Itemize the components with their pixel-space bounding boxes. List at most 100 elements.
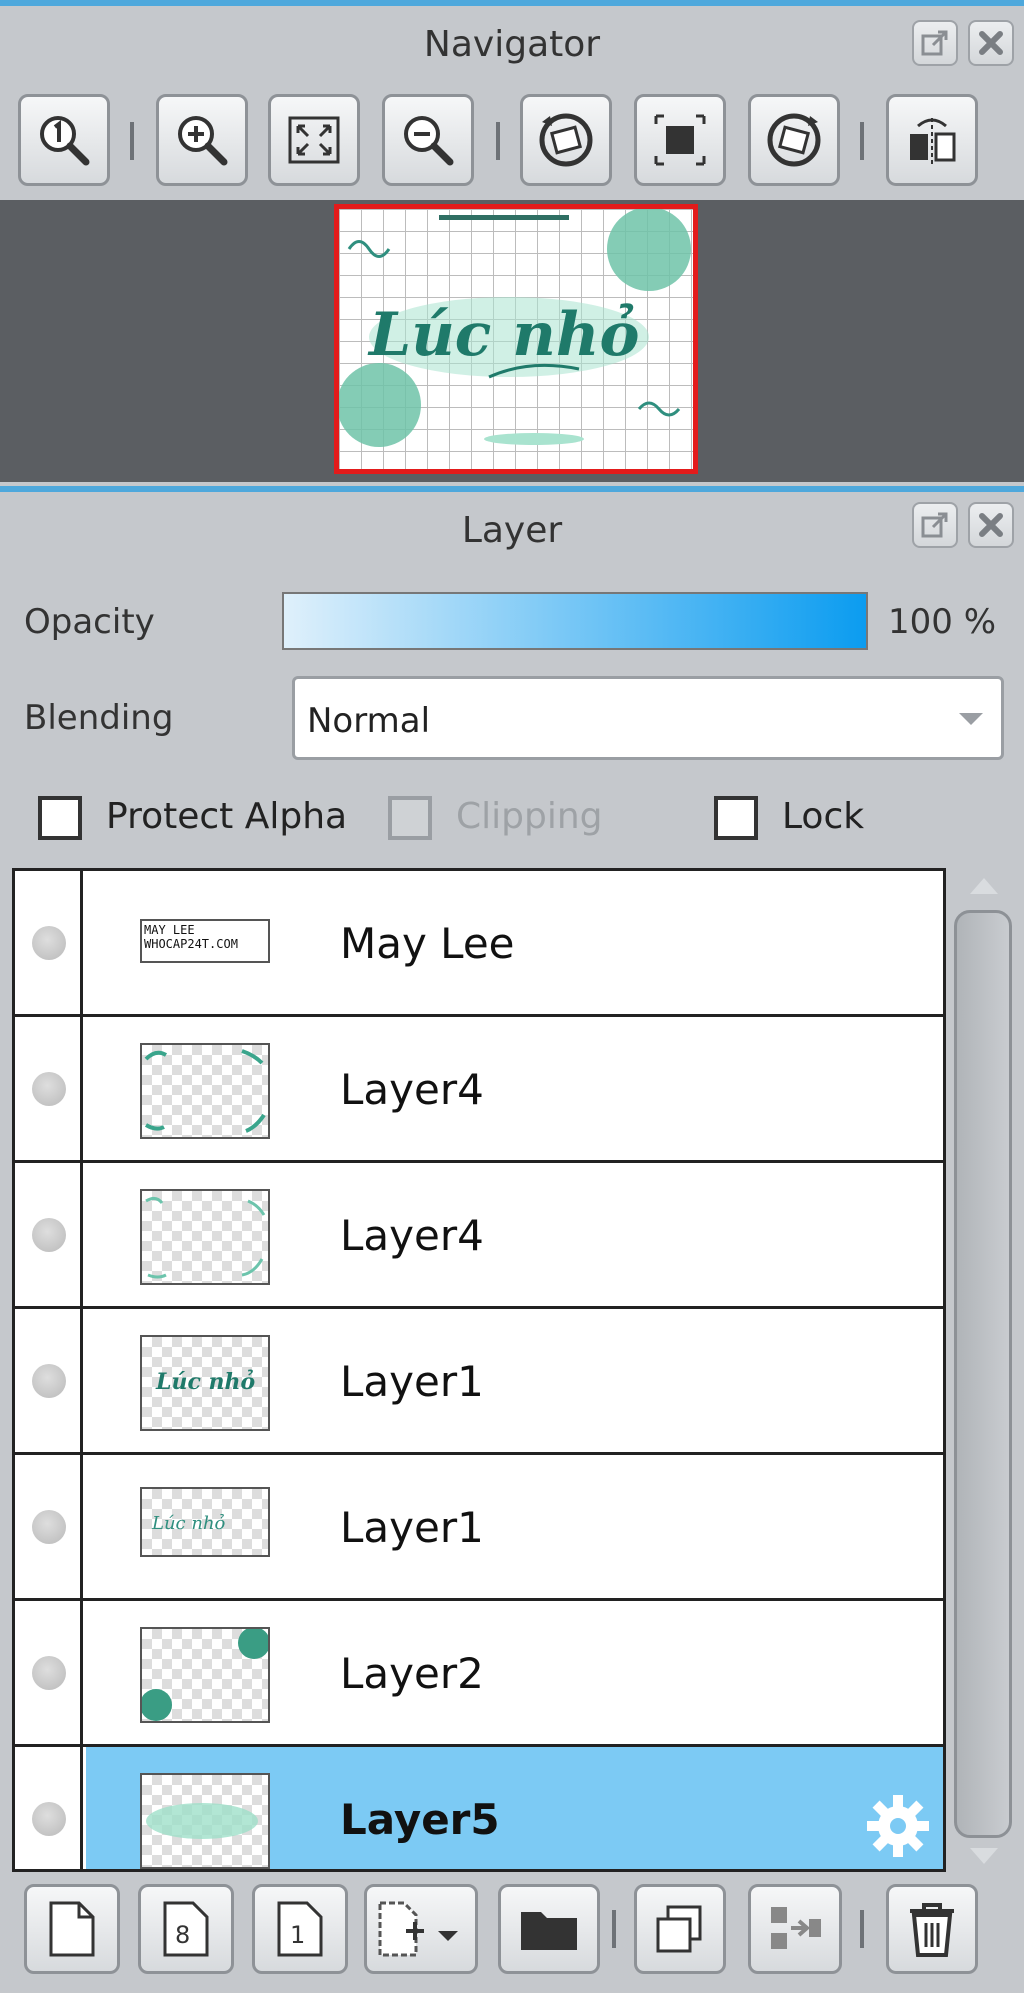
thumbnail-text: MAY LEE WHOCAP24T.COM: [142, 921, 268, 953]
layer-content[interactable]: Lúc nhỏ Layer1: [86, 1455, 943, 1598]
visibility-toggle[interactable]: [32, 1510, 66, 1544]
layer-thumbnail: Lúc nhỏ: [140, 1487, 270, 1557]
layer-name: May Lee: [340, 919, 515, 968]
new-8bit-layer-button[interactable]: 8: [138, 1884, 234, 1974]
add-layer-dropdown-button[interactable]: [364, 1884, 478, 1974]
blending-label: Blending: [24, 698, 174, 738]
visibility-toggle[interactable]: [32, 1656, 66, 1690]
lock-label: Lock: [782, 796, 865, 837]
navigator-undock-button[interactable]: [912, 20, 958, 66]
undock-icon: [921, 512, 948, 538]
flip-horizontal-button[interactable]: [886, 94, 978, 186]
visibility-toggle[interactable]: [32, 1364, 66, 1398]
new-layer-icon: [49, 1901, 95, 1957]
reset-view-icon: [654, 114, 706, 166]
new-layer-button[interactable]: [24, 1884, 120, 1974]
layer-name: Layer5: [340, 1795, 500, 1844]
layer-content[interactable]: Layer4: [86, 1017, 943, 1160]
lock-checkbox[interactable]: [714, 796, 758, 840]
layer-name: Layer4: [340, 1065, 484, 1114]
flip-horizontal-icon: [910, 118, 956, 164]
layer-name: Layer1: [340, 1357, 484, 1406]
bubbles-thumbnail-image: [142, 1629, 268, 1721]
layer-content[interactable]: MAY LEE WHOCAP24T.COM May Lee: [86, 871, 943, 1014]
delete-layer-button[interactable]: [886, 1884, 978, 1974]
merge-down-button[interactable]: [748, 1884, 842, 1974]
add-layer-icon: [378, 1901, 458, 1957]
layer-row[interactable]: Lúc nhỏ Layer1: [15, 1455, 943, 1601]
layer-name: Layer2: [340, 1649, 484, 1698]
layer-thumbnail: [140, 1043, 270, 1139]
new-1bit-layer-button[interactable]: 1: [252, 1884, 348, 1974]
layer-row[interactable]: Layer4: [15, 1017, 943, 1163]
rotate-right-icon: [767, 113, 821, 167]
folder-icon: [521, 1912, 577, 1950]
fit-to-window-icon: [288, 116, 340, 164]
zoom-in-button[interactable]: [156, 94, 248, 186]
layer-panel-title: Layer: [461, 510, 563, 551]
blending-select[interactable]: Normal: [292, 676, 1004, 760]
zoom-actual-size-button[interactable]: [18, 94, 110, 186]
toolbar-separator: [130, 122, 134, 160]
layer-content[interactable]: Lúc nhỏ Layer1: [86, 1309, 943, 1452]
layer-thumbnail: [140, 1627, 270, 1723]
zoom-out-icon: [404, 116, 454, 166]
chevron-down-icon: [959, 713, 983, 725]
layer-content[interactable]: Layer2: [86, 1601, 943, 1744]
canvas-preview-image: Lúc nhỏ: [339, 209, 691, 447]
duplicate-icon: [656, 1905, 702, 1953]
opacity-value: 100 %: [888, 602, 997, 642]
scroll-up-arrow[interactable]: [970, 878, 998, 894]
thumbnail-text: Lúc nhỏ: [151, 1513, 226, 1534]
layer-row[interactable]: Lúc nhỏ Layer1: [15, 1309, 943, 1455]
undock-icon: [921, 30, 948, 56]
visibility-toggle[interactable]: [32, 1072, 66, 1106]
layer-content[interactable]: Layer5: [86, 1747, 943, 1869]
scroll-down-arrow[interactable]: [970, 1848, 998, 1864]
layer-panel-header: Layer: [0, 492, 1024, 564]
opacity-slider[interactable]: [282, 592, 868, 650]
layer-thumbnail: MAY LEE WHOCAP24T.COM: [140, 919, 270, 963]
navigator-title: Navigator: [423, 24, 601, 65]
visibility-column: [15, 1309, 83, 1452]
glow-thumbnail-image: [146, 1803, 258, 1839]
new-1bit-layer-icon: 1: [277, 1901, 323, 1957]
layer-close-button[interactable]: [968, 502, 1014, 548]
script-thumbnail-image: Lúc nhỏ: [151, 1513, 226, 1534]
gear-icon[interactable]: [863, 1791, 933, 1861]
frame-thumbnail-image: [145, 1196, 266, 1279]
layer-content[interactable]: Layer4: [86, 1163, 943, 1306]
clipping-label: Clipping: [456, 796, 603, 837]
layer-row[interactable]: Layer2: [15, 1601, 943, 1747]
zoom-out-button[interactable]: [382, 94, 474, 186]
navigator-canvas-thumbnail[interactable]: Lúc nhỏ: [334, 204, 698, 474]
thumbnail-text-line: MAY LEE: [144, 923, 195, 937]
rotate-left-button[interactable]: [520, 94, 612, 186]
toolbar-separator: [496, 122, 500, 160]
protect-alpha-checkbox[interactable]: [38, 796, 82, 840]
reset-view-button[interactable]: [634, 94, 726, 186]
layer-thumbnail: [140, 1189, 270, 1285]
navigator-close-button[interactable]: [968, 20, 1014, 66]
visibility-toggle[interactable]: [32, 1218, 66, 1252]
visibility-toggle[interactable]: [32, 1802, 66, 1836]
rotate-right-button[interactable]: [748, 94, 840, 186]
layer-list-scrollbar[interactable]: [950, 868, 1020, 1872]
layer-list: MAY LEE WHOCAP24T.COM May Lee Layer4 Lay…: [12, 868, 946, 1872]
opacity-label: Opacity: [24, 602, 155, 642]
svg-text:1: 1: [290, 1921, 305, 1949]
close-icon: [979, 513, 1003, 537]
visibility-column: [15, 1747, 83, 1869]
layer-row-selected[interactable]: Layer5: [15, 1747, 943, 1869]
merge-down-icon: [771, 1907, 821, 1949]
new-folder-button[interactable]: [498, 1884, 600, 1974]
toolbar-separator: [612, 1910, 616, 1948]
duplicate-layer-button[interactable]: [634, 1884, 726, 1974]
layer-row[interactable]: Layer4: [15, 1163, 943, 1309]
canvas-preview-text: Lúc nhỏ: [367, 300, 640, 370]
scrollbar-thumb[interactable]: [954, 910, 1012, 1838]
visibility-toggle[interactable]: [32, 926, 66, 960]
fit-to-window-button[interactable]: [268, 94, 360, 186]
layer-row[interactable]: MAY LEE WHOCAP24T.COM May Lee: [15, 871, 943, 1017]
layer-undock-button[interactable]: [912, 502, 958, 548]
